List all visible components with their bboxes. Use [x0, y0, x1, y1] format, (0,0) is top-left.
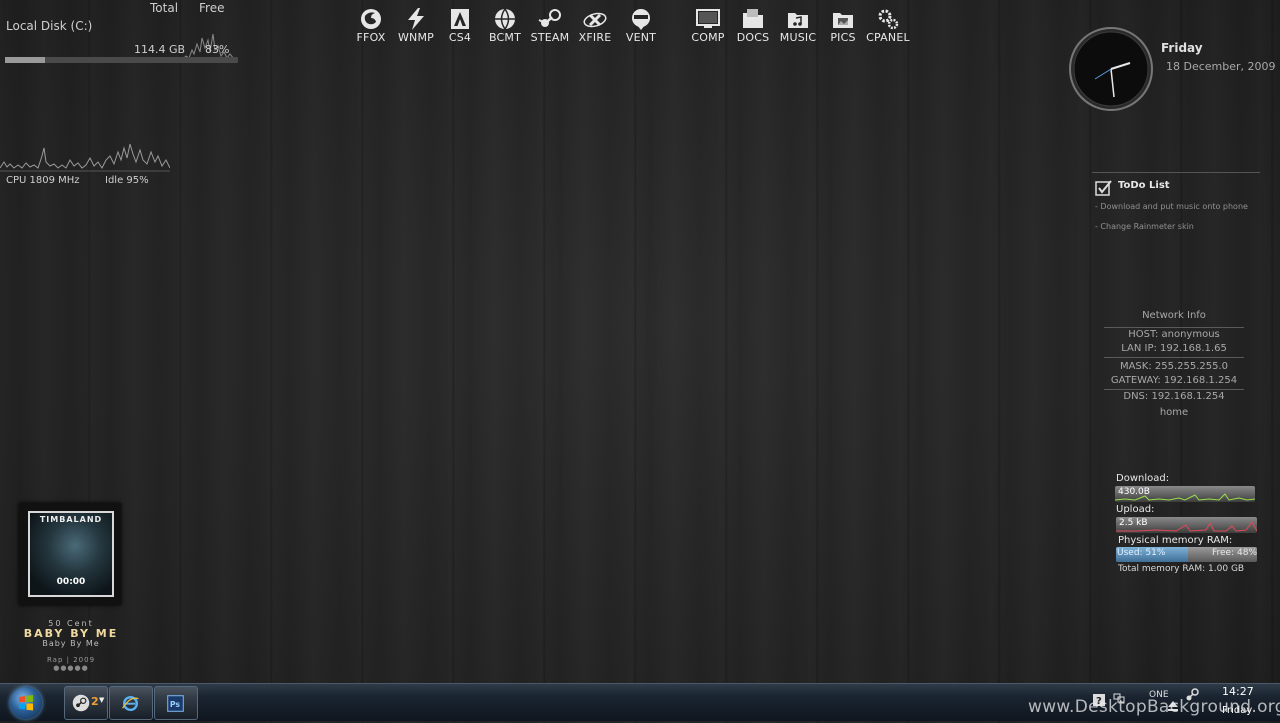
- ram-total-value: Total memory RAM: 1.00 GB: [1118, 564, 1245, 574]
- steam-icon: [538, 9, 561, 27]
- disk-free-percent: 83%: [205, 43, 230, 56]
- ram-label: Physical memory RAM:: [1118, 535, 1233, 546]
- launcher-steam[interactable]: STEAM: [528, 7, 572, 44]
- todo-divider: [1092, 172, 1260, 173]
- now-playing-album: Baby By Me: [42, 639, 100, 648]
- start-button[interactable]: [10, 687, 42, 719]
- launcher-label: FFOX: [356, 31, 386, 44]
- todo-title: ToDo List: [1118, 180, 1170, 191]
- photoshop-icon: Ps: [167, 695, 184, 712]
- launcher-wnmp[interactable]: WNMP: [394, 7, 438, 44]
- analog-clock: [1069, 27, 1153, 111]
- launcher-label: COMP: [691, 31, 725, 44]
- network-lan-ip: LAN IP: 192.168.1.65: [1121, 343, 1227, 354]
- music-folder-icon: [788, 13, 808, 28]
- xfire-icon: [583, 12, 607, 28]
- monitor-icon: [696, 9, 720, 28]
- chevron-down-icon: ▼: [99, 696, 105, 704]
- album-cover-artist: TIMBALAND: [39, 515, 103, 524]
- steam-icon: [72, 694, 90, 712]
- cpu-usage-graph: [0, 143, 170, 172]
- disk-usage-bar: [5, 57, 238, 63]
- network-mask: MASK: 255.255.255.0: [1119, 361, 1229, 372]
- now-playing-genre-year: Rap | 2009: [46, 656, 96, 664]
- launcher-label: XFIRE: [578, 31, 612, 44]
- launcher-label: STEAM: [530, 31, 570, 44]
- gears-icon: [878, 9, 899, 30]
- launcher-cs4[interactable]: CS4: [438, 7, 482, 44]
- firefox-icon: [361, 9, 381, 29]
- download-label: Download:: [1116, 473, 1170, 484]
- taskbar-photoshop-button[interactable]: Ps: [154, 686, 198, 720]
- launcher-label: DOCS: [736, 31, 770, 44]
- adobe-icon: [451, 9, 469, 29]
- disk-header-free: Free: [199, 1, 225, 15]
- ventrilo-icon: [632, 9, 650, 30]
- network-host: HOST: anonymous: [1128, 329, 1220, 340]
- launcher-ffox[interactable]: FFOX: [349, 7, 393, 44]
- launcher-xfire[interactable]: XFIRE: [573, 7, 617, 44]
- windows-logo-icon: [19, 695, 33, 711]
- launcher-pics[interactable]: PICS: [821, 7, 865, 44]
- upload-meter: 2.5 kB: [1116, 517, 1257, 533]
- taskbar-steam-button[interactable]: 2 ▼: [64, 686, 108, 720]
- taskbar-group-count: 2: [91, 695, 99, 708]
- launcher-cpanel[interactable]: CPANEL: [866, 7, 910, 44]
- disk-label: Local Disk (C:): [6, 19, 93, 33]
- launcher-label: CS4: [448, 31, 472, 44]
- globe-icon: [495, 8, 515, 30]
- launcher-label: CPANEL: [866, 31, 910, 44]
- watermark-text: www.DesktopBackground.org: [1028, 697, 1280, 717]
- launcher-label: BCMT: [488, 31, 522, 44]
- download-value: 430.0B: [1118, 487, 1150, 497]
- upload-value: 2.5 kB: [1119, 518, 1148, 528]
- cpu-speed-label: CPU 1809 MHz: [6, 175, 80, 186]
- network-divider: [1104, 389, 1244, 390]
- upload-label: Upload:: [1116, 504, 1155, 515]
- network-dns: DNS: 192.168.1.254: [1123, 391, 1225, 402]
- pictures-folder-icon: [833, 13, 853, 28]
- todo-item[interactable]: - Change Rainmeter skin: [1095, 222, 1194, 231]
- launcher-label: PICS: [830, 31, 856, 44]
- clock-day: Friday: [1161, 41, 1203, 55]
- launcher-bcmt[interactable]: BCMT: [483, 7, 527, 44]
- network-divider: [1104, 327, 1244, 328]
- album-cover: TIMBALAND 00:00: [28, 511, 114, 597]
- network-divider: [1104, 357, 1244, 358]
- network-gateway: GATEWAY: 192.168.1.254: [1110, 375, 1238, 386]
- lightning-icon: [408, 8, 424, 30]
- checkbox-icon: [1095, 180, 1112, 196]
- ram-used-value: Used: 51%: [1117, 548, 1166, 558]
- internet-explorer-icon: [122, 695, 139, 712]
- documents-folder-icon: [743, 9, 763, 28]
- cpu-idle-label: Idle 95%: [105, 175, 149, 186]
- now-playing-rating[interactable]: ●●●●●: [0, 664, 142, 672]
- download-meter: 430.0B: [1115, 486, 1255, 502]
- svg-text:Ps: Ps: [170, 700, 181, 709]
- taskbar-ie-button[interactable]: [109, 686, 153, 720]
- launcher-docs[interactable]: DOCS: [731, 7, 775, 44]
- launcher-label: WNMP: [397, 31, 435, 44]
- disk-header-total: Total: [150, 1, 179, 15]
- disk-total-value: 114.4 GB: [134, 43, 186, 56]
- launcher-music[interactable]: MUSIC: [776, 7, 820, 44]
- playback-time: 00:00: [56, 577, 86, 587]
- network-title: Network Info: [1142, 310, 1206, 321]
- todo-item[interactable]: - Download and put music onto phone: [1095, 202, 1248, 211]
- ram-free-value: Free: 48%: [1212, 548, 1257, 558]
- album-art-frame[interactable]: TIMBALAND 00:00: [19, 503, 121, 605]
- network-domain: home: [1159, 407, 1189, 418]
- launcher-label: MUSIC: [779, 31, 817, 44]
- clock-date: 18 December, 2009: [1166, 60, 1276, 73]
- launcher-label: VENT: [625, 31, 657, 44]
- disk-usage-fill: [5, 57, 45, 63]
- launcher-comp[interactable]: COMP: [686, 7, 730, 44]
- launcher-vent[interactable]: VENT: [619, 7, 663, 44]
